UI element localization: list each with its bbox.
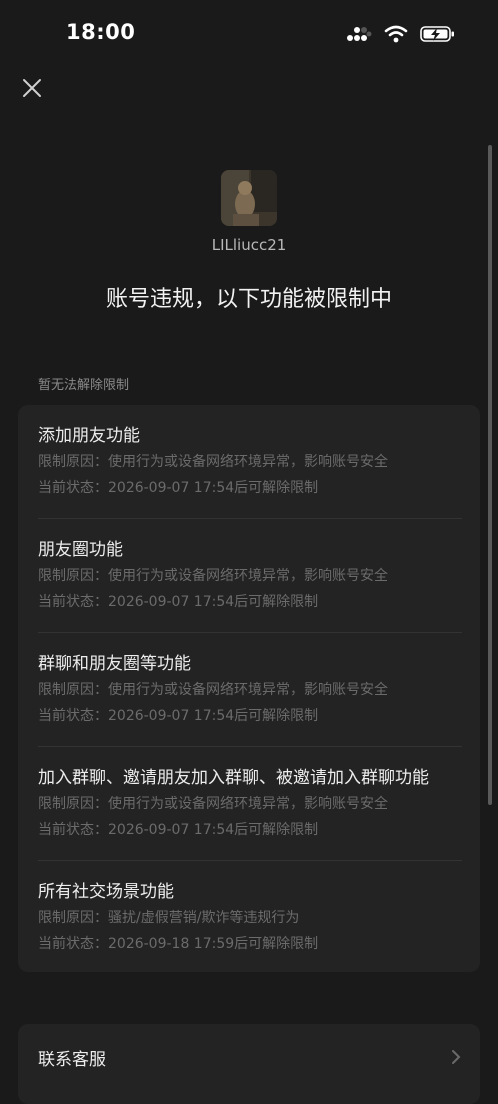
- chevron-right-icon: [452, 1050, 461, 1064]
- divider: [38, 746, 462, 747]
- avatar: [221, 170, 277, 226]
- restriction-status: 当前状态：2026-09-07 17:54后可解除限制: [38, 822, 319, 838]
- restriction-title: 所有社交场景功能: [38, 882, 174, 902]
- restriction-title: 群聊和朋友圈等功能: [38, 654, 191, 674]
- list-item: 群聊和朋友圈等功能 限制原因：使用行为或设备网络环境异常，影响账号安全 当前状态…: [38, 653, 462, 725]
- restriction-reason: 限制原因：使用行为或设备网络环境异常，影响账号安全: [38, 568, 388, 584]
- restriction-reason: 限制原因：使用行为或设备网络环境异常，影响账号安全: [38, 682, 388, 698]
- restriction-status: 当前状态：2026-09-07 17:54后可解除限制: [38, 708, 319, 724]
- list-item: 加入群聊、邀请朋友加入群聊、被邀请加入群聊功能 限制原因：使用行为或设备网络环境…: [38, 767, 462, 839]
- list-item: 添加朋友功能 限制原因：使用行为或设备网络环境异常，影响账号安全 当前状态：20…: [38, 425, 462, 497]
- status-bar: 18:00: [0, 0, 498, 70]
- status-time: 18:00: [66, 20, 136, 44]
- restriction-status: 当前状态：2026-09-18 17:59后可解除限制: [38, 936, 319, 952]
- wifi-icon: [384, 25, 408, 43]
- restriction-title: 朋友圈功能: [38, 540, 123, 560]
- divider: [38, 860, 462, 861]
- close-icon: [23, 79, 41, 97]
- divider: [38, 632, 462, 633]
- contact-service-button[interactable]: 联系客服: [18, 1024, 480, 1104]
- username: LILliucc21: [211, 236, 287, 254]
- restriction-list: 添加朋友功能 限制原因：使用行为或设备网络环境异常，影响账号安全 当前状态：20…: [18, 405, 480, 972]
- restriction-reason: 限制原因：使用行为或设备网络环境异常，影响账号安全: [38, 454, 388, 470]
- list-item: 朋友圈功能 限制原因：使用行为或设备网络环境异常，影响账号安全 当前状态：202…: [38, 539, 462, 611]
- close-button[interactable]: [18, 74, 46, 102]
- restriction-status: 当前状态：2026-09-07 17:54后可解除限制: [38, 480, 319, 496]
- section-label: 暂无法解除限制: [38, 378, 130, 393]
- status-icons: [346, 22, 456, 46]
- restriction-title: 加入群聊、邀请朋友加入群聊、被邀请加入群聊功能: [38, 768, 429, 788]
- restriction-title: 添加朋友功能: [38, 426, 140, 446]
- restriction-reason: 限制原因：使用行为或设备网络环境异常，影响账号安全: [38, 796, 388, 812]
- divider: [38, 518, 462, 519]
- battery-charging-icon: [420, 26, 454, 42]
- contact-service-label: 联系客服: [38, 1050, 106, 1070]
- signal-icon: [347, 27, 372, 41]
- restriction-status: 当前状态：2026-09-07 17:54后可解除限制: [38, 594, 319, 610]
- page-title: 账号违规，以下功能被限制中: [105, 287, 392, 312]
- list-item: 所有社交场景功能 限制原因：骚扰/虚假营销/欺诈等违规行为 当前状态：2026-…: [38, 881, 462, 953]
- restriction-reason: 限制原因：骚扰/虚假营销/欺诈等违规行为: [38, 910, 300, 926]
